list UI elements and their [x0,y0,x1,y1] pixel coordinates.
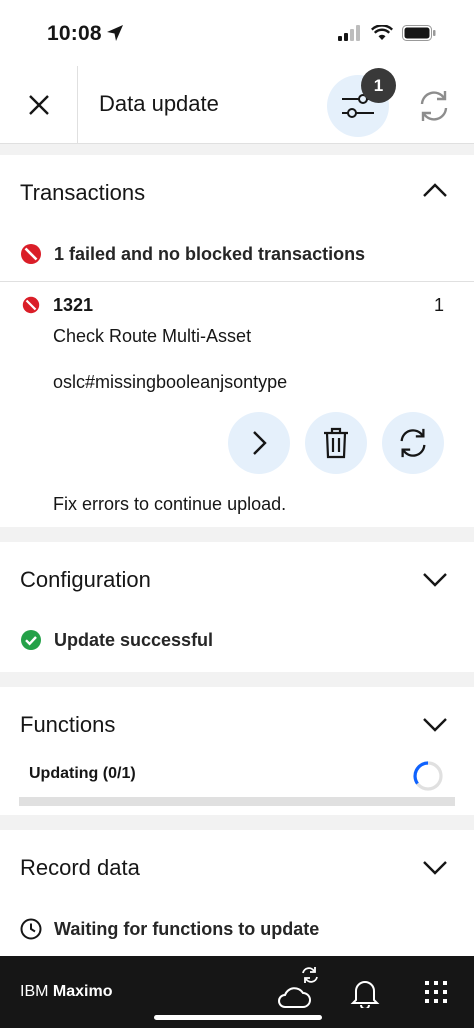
configuration-status: Update successful [20,629,213,651]
configuration-title: Configuration [20,567,151,592]
transactions-header[interactable]: Transactions [0,155,474,231]
sync-icon [400,428,426,458]
clock-icon [20,918,42,940]
configuration-section: Configuration Update successful [0,542,474,672]
record-data-status: Waiting for functions to update [20,918,319,940]
spinner-icon [413,761,443,791]
retry-transaction-button[interactable] [382,412,444,474]
functions-status: Updating (0/1) [29,765,136,782]
open-transaction-button[interactable] [228,412,290,474]
functions-section: Functions Updating (0/1) [0,687,474,815]
transaction-id: 1321 [53,295,94,315]
transaction-name: Check Route Multi-Asset [53,326,252,346]
record-data-status-text: Waiting for functions to update [54,918,320,939]
cloud-sync-button[interactable] [276,964,326,1014]
transactions-summary-text: 1 failed and no blocked transactions [54,243,366,264]
battery-icon [402,25,436,41]
error-icon [22,296,40,314]
functions-title: Functions [20,712,116,737]
app-switcher-button[interactable] [424,980,448,1004]
record-data-section: Record data Waiting for functions to upd… [0,830,474,956]
status-bar: 10:08 [0,0,474,66]
filter-count-badge: 1 [361,68,396,103]
transactions-summary: 1 failed and no blocked transactions [20,243,365,265]
functions-progress-bar [19,797,455,806]
configuration-status-text: Update successful [54,629,214,650]
configuration-header[interactable]: Configuration [0,542,474,618]
error-icon [21,244,41,264]
transaction-count: 1 [433,295,444,315]
success-icon [21,630,41,650]
bell-icon [350,981,380,1010]
notifications-button[interactable] [350,978,380,1010]
brand-name: Maximo [52,983,113,1000]
wifi-icon [371,25,393,40]
page-title: Data update [99,91,219,116]
record-data-header[interactable]: Record data [0,830,474,906]
functions-header[interactable]: Functions [0,687,474,757]
chevron-down-icon[interactable] [422,717,448,733]
status-icons [338,25,436,41]
brand-prefix: IBM [20,983,49,1000]
transaction-error: oslc#missingbooleanjsontype [53,372,288,392]
close-icon [28,95,49,115]
record-data-title: Record data [20,855,140,880]
home-indicator [154,1015,322,1020]
chevron-up-icon[interactable] [422,182,448,198]
chevron-down-icon[interactable] [422,860,448,876]
location-arrow-icon [106,24,124,47]
delete-transaction-button[interactable] [305,412,367,474]
status-time: 10:08 [47,22,102,45]
sync-button[interactable] [406,81,462,131]
cloud-sync-icon [278,967,318,1008]
close-button[interactable] [0,66,78,144]
app-header: Data update [0,66,474,144]
fix-errors-note: Fix errors to continue upload. [53,494,287,514]
chevron-down-icon[interactable] [422,572,448,588]
trash-icon [324,427,348,459]
brand-logo: IBM Maximo [20,983,112,1001]
transaction-item: 1321 1 Check Route Multi-Asset oslc#miss… [0,282,474,527]
chevron-right-icon [253,431,267,455]
app-grid-icon [425,981,447,1003]
transactions-title: Transactions [20,180,146,205]
sync-icon [420,91,448,121]
signal-icon [338,25,360,41]
transactions-section: Transactions 1 failed and no blocked tra… [0,155,474,527]
